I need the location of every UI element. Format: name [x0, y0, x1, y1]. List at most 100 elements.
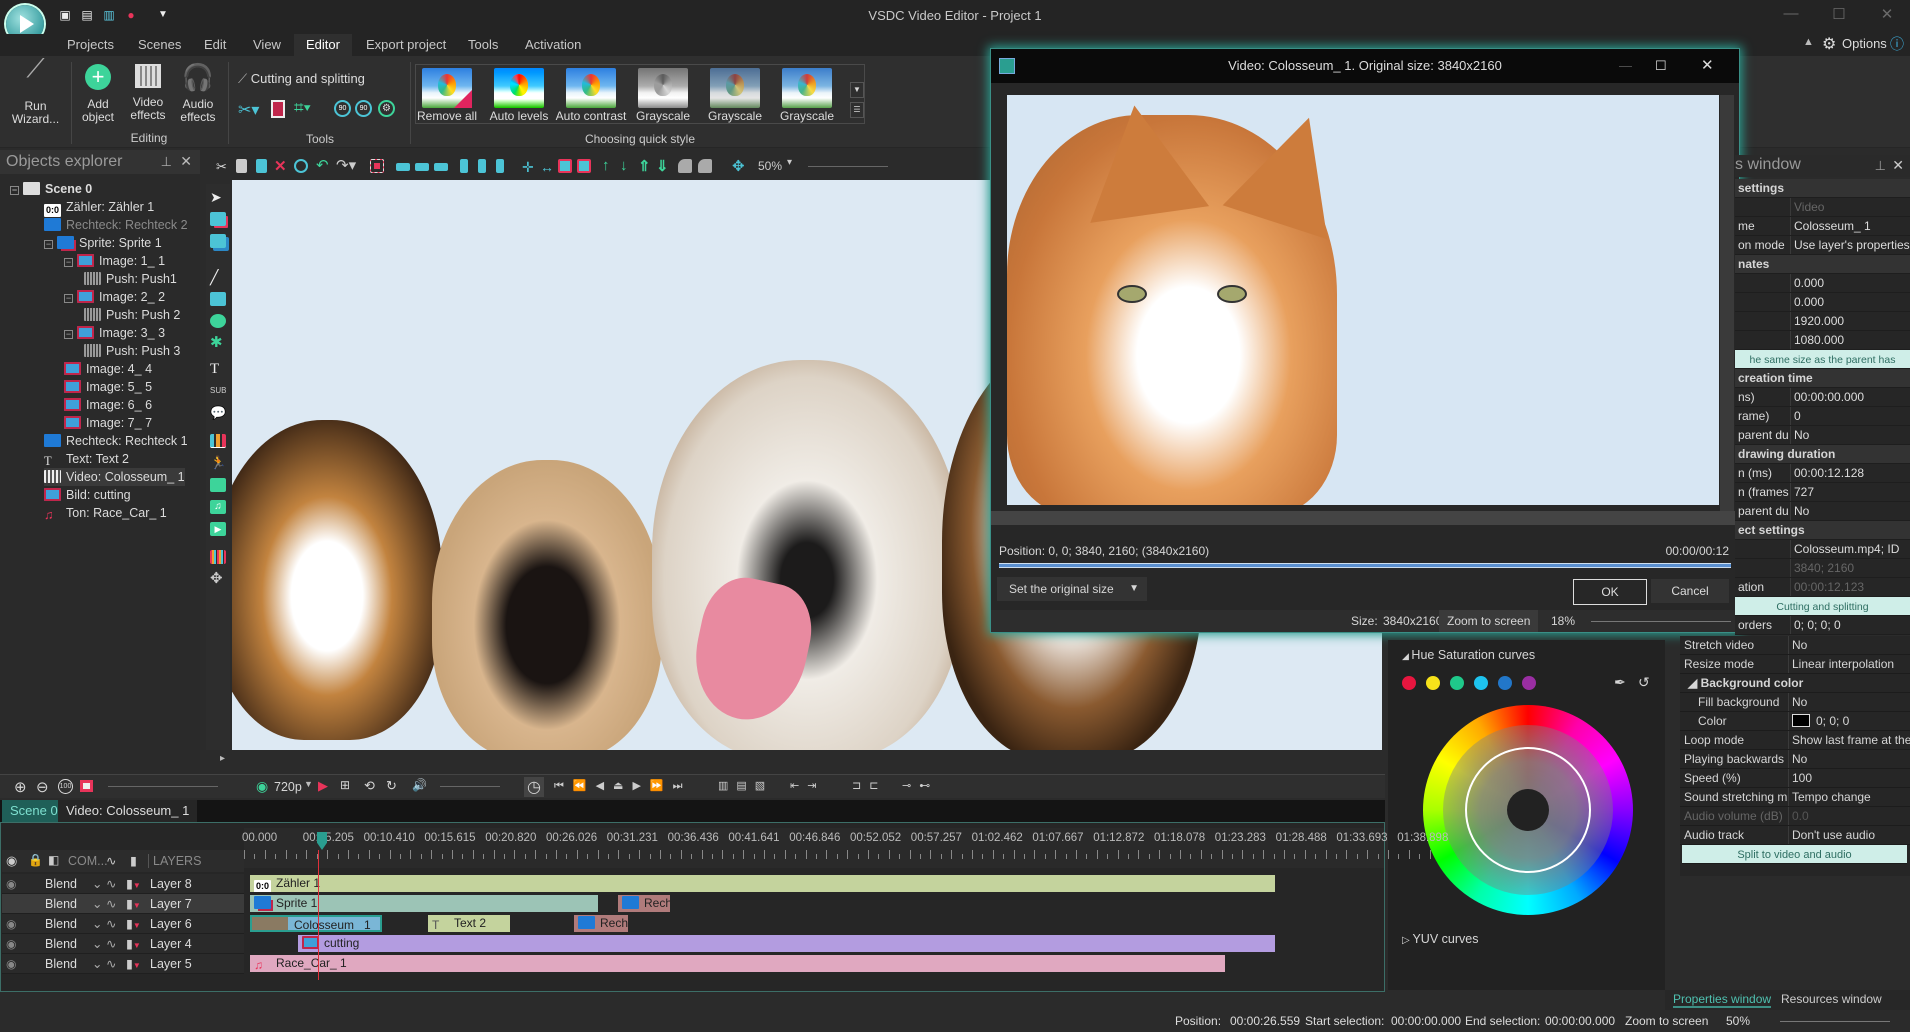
razor-icon[interactable] — [271, 100, 285, 118]
tab-video-colosseum[interactable]: Video: Colosseum_ 1 — [58, 800, 198, 822]
property-action-button[interactable]: Cutting and splitting — [1735, 597, 1910, 616]
paste-icon[interactable] — [256, 159, 267, 173]
property-value[interactable]: No — [1790, 426, 1809, 444]
quick-style-auto-levels[interactable] — [494, 68, 544, 108]
tree-item[interactable]: − Image: 1_ 1 — [64, 252, 165, 270]
repeat-icon[interactable]: ↻ — [386, 778, 397, 794]
dialog-maximize-button[interactable]: ☐ — [1655, 49, 1667, 83]
property-value[interactable]: Use layer's properties — [1790, 236, 1910, 254]
property-value[interactable]: Colosseum.mp4; ID — [1790, 540, 1899, 558]
spectrum-tool-icon[interactable] — [210, 550, 226, 564]
property-row[interactable]: Resize mode Linear interpolation — [1680, 655, 1910, 674]
tree-item[interactable]: Image: 6_ 6 — [64, 396, 152, 414]
eyedropper-icon[interactable]: ✒ — [1614, 674, 1626, 691]
text-tool-icon[interactable]: T — [210, 362, 226, 377]
tree-item[interactable]: Push: Push 3 — [84, 342, 180, 360]
property-row[interactable]: ation 00:00:12.123 — [1735, 578, 1910, 597]
collapse-toggle[interactable]: − — [44, 240, 53, 249]
layer-type-icon[interactable]: ▮▼ — [126, 894, 141, 916]
property-row[interactable]: rame) 0 — [1735, 407, 1910, 426]
preview-resolution-dropdown[interactable]: 720p — [274, 780, 302, 794]
color-wheel[interactable] — [1423, 705, 1633, 915]
blend-mode-dropdown[interactable]: Blend — [45, 874, 77, 894]
property-value[interactable]: 00:00:12.123 — [1790, 578, 1864, 596]
maximize-button[interactable]: ☐ — [1824, 5, 1854, 25]
chevron-down-icon[interactable]: ⌄ — [92, 954, 102, 974]
collapse-toggle[interactable]: − — [10, 186, 19, 195]
quick-style-grayscale-2[interactable] — [710, 68, 760, 108]
property-row[interactable]: Playing backwards No — [1680, 750, 1910, 769]
same-height-icon[interactable]: ✛ — [522, 159, 536, 175]
blend-mode-dropdown[interactable]: Blend — [45, 934, 77, 954]
cancel-button[interactable]: Cancel — [1651, 579, 1729, 603]
property-value[interactable]: Linear interpolation — [1788, 655, 1894, 673]
property-value[interactable]: No — [1790, 502, 1809, 520]
menu-activation[interactable]: Activation — [515, 34, 591, 56]
property-value[interactable]: Colosseum_ 1 — [1790, 217, 1871, 235]
property-value[interactable]: 0 — [1790, 407, 1801, 425]
hue-swatch[interactable] — [1474, 676, 1488, 690]
send-to-back-icon[interactable]: ⇓ — [656, 157, 670, 175]
menu-editor[interactable]: Editor — [294, 34, 352, 56]
timeline-clip-rech1[interactable]: Rech — [618, 895, 670, 912]
blend-mode-dropdown[interactable]: Blend — [45, 914, 77, 934]
property-action-button[interactable]: he same size as the parent has — [1735, 350, 1910, 369]
property-row[interactable]: orders 0; 0; 0; 0 — [1735, 616, 1910, 635]
cut-range-controls[interactable]: ▥▤▧ — [718, 779, 773, 792]
tree-item[interactable]: Image: 7_ 7 — [64, 414, 152, 432]
property-value[interactable]: 0; 0; 0 — [1788, 712, 1849, 730]
property-value[interactable]: 727 — [1790, 483, 1814, 501]
info-icon[interactable]: ⓘ — [1890, 34, 1904, 54]
split-audio-button[interactable]: Split to video and audio — [1682, 845, 1907, 864]
property-row[interactable]: parent du No — [1735, 426, 1910, 445]
collapse-toggle[interactable]: − — [64, 294, 73, 303]
property-value[interactable]: No — [1788, 750, 1807, 768]
audio-tool-icon[interactable]: ♫ — [210, 500, 226, 514]
menu-scenes[interactable]: Scenes — [128, 34, 191, 56]
layer-row[interactable]: Blend ⌄ ∿ ▮▼ Layer 7 — [2, 894, 244, 914]
align-left-icon[interactable] — [396, 163, 410, 171]
property-row[interactable]: Speed (%) 100 — [1680, 769, 1910, 788]
add-object-button[interactable]: + Add object — [74, 62, 122, 124]
dialog-seek-bar[interactable] — [999, 563, 1731, 568]
menu-edit[interactable]: Edit — [194, 34, 236, 56]
visibility-icon[interactable]: ◉ — [6, 954, 16, 974]
timeline-clip-text2[interactable]: T Text 2 — [428, 915, 510, 932]
audio-wave-icon[interactable]: ∿ — [106, 954, 116, 974]
timeline-clip-racecar[interactable]: ♫ Race_Car_ 1 — [250, 955, 1225, 972]
tree-item[interactable]: − Scene 0 — [10, 180, 92, 198]
reset-icon[interactable]: ↺ — [1638, 674, 1650, 691]
align-top-icon[interactable] — [460, 159, 468, 173]
cut-icon[interactable]: ✂ — [216, 159, 230, 174]
property-row[interactable]: ns) 00:00:00.000 — [1735, 388, 1910, 407]
copy-icon[interactable] — [236, 159, 247, 173]
tree-item[interactable]: − Sprite: Sprite 1 — [44, 234, 162, 252]
gallery-scroll-down[interactable]: ▼ — [850, 82, 864, 98]
dialog-close-button[interactable]: ✕ — [1701, 49, 1714, 83]
same-size-icon[interactable] — [558, 159, 572, 173]
chart-tool-icon[interactable] — [210, 434, 226, 448]
zoom-to-screen-button[interactable]: Zoom to screen — [1625, 1010, 1708, 1032]
volume-slider[interactable] — [440, 786, 500, 787]
delete-icon[interactable]: ✕ — [274, 157, 288, 175]
hue-swatch[interactable] — [1426, 676, 1440, 690]
audio-effects-button[interactable]: 🎧 Audio effects — [174, 62, 222, 124]
layer-type-icon[interactable]: ▮▼ — [126, 914, 141, 936]
property-row[interactable]: Video — [1735, 198, 1910, 217]
audio-wave-icon[interactable]: ∿ — [106, 894, 116, 914]
animation-tool-icon[interactable]: 🏃 — [210, 456, 226, 470]
property-row[interactable]: Sound stretching m Tempo change — [1680, 788, 1910, 807]
timeline-scrollbar[interactable] — [0, 993, 1385, 1009]
hue-swatch[interactable] — [1498, 676, 1512, 690]
chevron-down-icon[interactable]: ⌄ — [92, 874, 102, 894]
gallery-expand[interactable]: ☰ — [850, 102, 864, 118]
timeline-ruler[interactable]: 00.000 00:05.205 00:10.410 00:15.615 00:20.8… — [242, 828, 1448, 868]
gear-icon[interactable]: ⚙ — [1822, 34, 1836, 54]
dialog-zoom-to-screen-button[interactable]: Zoom to screen — [1439, 610, 1539, 632]
menu-projects[interactable]: Projects — [57, 34, 124, 56]
property-value[interactable]: Tempo change — [1788, 788, 1871, 806]
property-row[interactable]: 1920.000 — [1735, 312, 1910, 331]
tree-item[interactable]: Push: Push 2 — [84, 306, 180, 324]
property-value[interactable]: 3840; 2160 — [1790, 559, 1854, 577]
timeline-clip-colosseum[interactable]: Colosseum_ 1 — [250, 915, 382, 932]
